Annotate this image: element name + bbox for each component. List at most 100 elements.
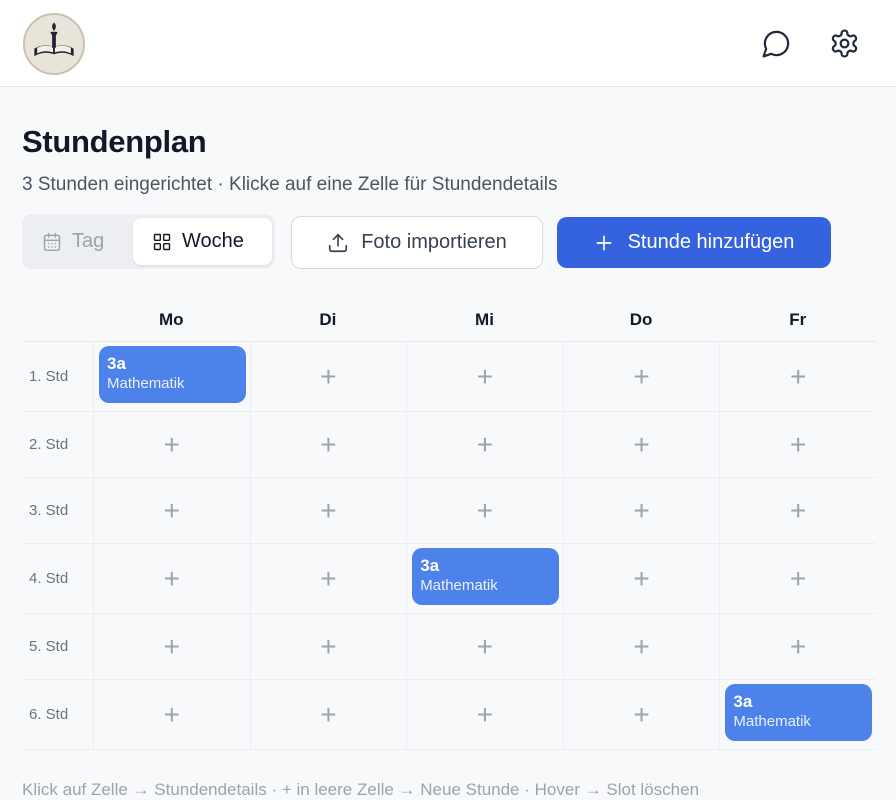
page-subtitle: 3 Stunden eingerichtet · Klicke auf eine… [22, 174, 558, 195]
day-header: Do [629, 310, 653, 329]
calendar-icon [43, 232, 61, 251]
empty-cell[interactable]: + [249, 412, 407, 477]
import-photo-button[interactable]: Foto importieren [291, 216, 543, 269]
empty-cell[interactable]: + [249, 478, 407, 543]
add-slot-icon: + [790, 360, 807, 392]
lesson-card[interactable]: 3a Mathematik [99, 346, 246, 403]
add-slot-icon: + [320, 630, 337, 662]
schedule-header-row: Mo Di Mi Do Fr [22, 297, 876, 342]
add-slot-icon: + [163, 428, 180, 460]
add-slot-icon: + [320, 360, 337, 392]
empty-cell[interactable]: + [406, 342, 563, 411]
period-label: 1. Std [29, 368, 69, 385]
schedule-row: 2. Std + + + + + [22, 412, 876, 478]
lesson-cell[interactable]: 3a Mathematik [719, 680, 876, 749]
upload-icon [329, 233, 348, 252]
add-slot-icon: + [633, 630, 650, 662]
empty-cell[interactable]: + [249, 614, 407, 679]
add-slot-icon: + [320, 562, 337, 594]
add-slot-icon: + [320, 428, 337, 460]
lesson-cell[interactable]: 3a Mathematik [406, 544, 563, 613]
empty-cell[interactable]: + [562, 614, 720, 679]
empty-cell[interactable]: + [406, 614, 563, 679]
add-slot-icon: + [163, 494, 180, 526]
add-slot-icon: + [163, 698, 180, 730]
day-header: Mo [159, 310, 184, 329]
add-lesson-label: Stunde hinzufügen [627, 231, 795, 253]
chat-bubble-icon [761, 30, 789, 58]
empty-cell[interactable]: + [562, 412, 720, 477]
empty-cell[interactable]: + [249, 342, 407, 411]
schedule-row: 5. Std + + + + + [22, 614, 876, 680]
add-slot-icon: + [790, 630, 807, 662]
period-label: 5. Std [29, 638, 69, 655]
page-title: Stundenplan [22, 124, 207, 159]
add-slot-icon: + [633, 428, 650, 460]
add-slot-icon: + [633, 562, 650, 594]
lesson-subject: Mathematik [420, 577, 498, 594]
day-header: Fr [789, 310, 807, 329]
add-lesson-button[interactable]: Stunde hinzufügen [557, 217, 831, 268]
import-photo-label: Foto importieren [361, 231, 507, 253]
empty-cell[interactable]: + [406, 680, 563, 749]
period-label: 2. Std [29, 436, 69, 453]
empty-cell[interactable]: + [562, 478, 720, 543]
empty-cell[interactable]: + [93, 478, 250, 543]
view-toggle: Tag Woche [22, 214, 275, 269]
add-slot-icon: + [790, 494, 807, 526]
add-slot-icon: + [476, 698, 494, 730]
period-label: 6. Std [29, 706, 69, 723]
lesson-class: 3a [733, 692, 753, 711]
empty-cell[interactable]: + [719, 614, 876, 679]
add-slot-icon: + [633, 360, 650, 392]
empty-cell[interactable]: + [249, 544, 407, 613]
lesson-card[interactable]: 3a Mathematik [725, 684, 872, 741]
empty-cell[interactable]: + [93, 412, 250, 477]
period-label: 4. Std [29, 570, 69, 587]
add-slot-icon: + [790, 428, 807, 460]
empty-cell[interactable]: + [406, 412, 563, 477]
lesson-class: 3a [107, 354, 126, 373]
empty-cell[interactable]: + [562, 680, 720, 749]
add-slot-icon: + [790, 562, 807, 594]
view-toggle-woche-label: Woche [182, 230, 244, 252]
empty-cell[interactable]: + [93, 544, 250, 613]
day-header: Di [319, 310, 337, 329]
period-label: 3. Std [29, 502, 69, 519]
add-slot-icon: + [163, 562, 180, 594]
view-toggle-woche[interactable]: Woche [133, 218, 272, 265]
empty-cell[interactable]: + [562, 544, 720, 613]
add-slot-icon: + [476, 428, 494, 460]
grid-icon [153, 233, 171, 250]
lesson-subject: Mathematik [733, 713, 811, 730]
lesson-subject: Mathematik [107, 375, 185, 392]
view-toggle-tag-label: Tag [72, 230, 105, 252]
empty-cell[interactable]: + [719, 478, 876, 543]
empty-cell[interactable]: + [719, 342, 876, 411]
magistery-logo-icon [25, 15, 83, 73]
empty-cell[interactable]: + [719, 544, 876, 613]
view-toggle-tag[interactable]: Tag [42, 218, 104, 265]
empty-cell[interactable]: + [93, 680, 250, 749]
add-slot-icon: + [163, 630, 180, 662]
add-slot-icon: + [476, 494, 494, 526]
empty-cell[interactable]: + [719, 412, 876, 477]
top-bar [0, 0, 896, 87]
lesson-card[interactable]: 3a Mathematik [412, 548, 559, 605]
add-slot-icon: + [633, 494, 650, 526]
empty-cell[interactable]: + [562, 342, 720, 411]
app-logo[interactable] [23, 13, 85, 75]
settings-button[interactable] [827, 26, 861, 60]
add-slot-icon: + [476, 630, 494, 662]
chat-button[interactable] [759, 26, 793, 60]
day-header: Mi [475, 310, 494, 329]
lesson-class: 3a [420, 556, 440, 575]
empty-cell[interactable]: + [406, 478, 563, 543]
add-slot-icon: + [633, 698, 650, 730]
empty-cell[interactable]: + [93, 614, 250, 679]
schedule-row: 4. Std + +3a Mathematik + + [22, 544, 876, 614]
schedule-row: 3. Std + + + + + [22, 478, 876, 544]
empty-cell[interactable]: + [249, 680, 407, 749]
schedule-grid: Mo Di Mi Do Fr 1. Std 3a Mathematik + + + +2. Std +… [22, 297, 876, 750]
lesson-cell[interactable]: 3a Mathematik [93, 342, 250, 411]
